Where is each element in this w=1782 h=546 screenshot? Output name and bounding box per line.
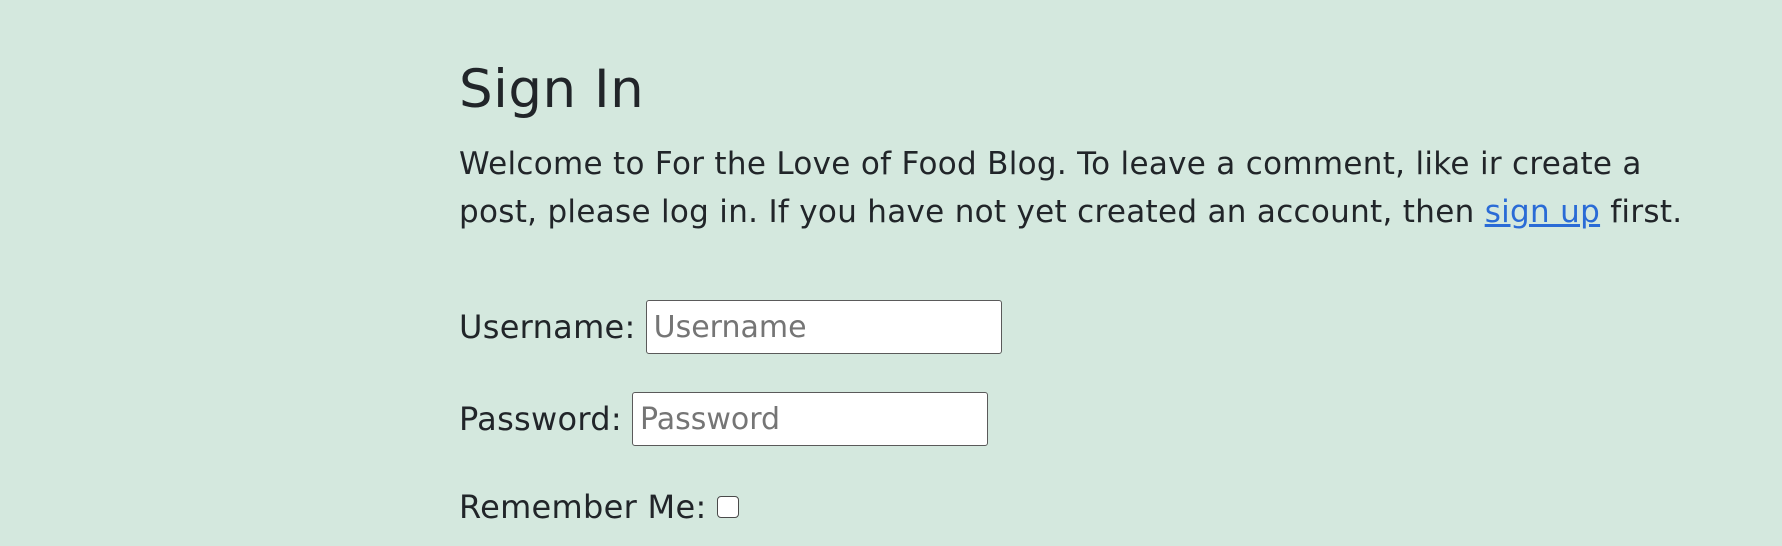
password-input[interactable]: [631, 392, 988, 446]
username-label: Username:: [459, 308, 636, 346]
remember-label: Remember Me:: [459, 488, 707, 526]
page-title: Sign In: [459, 59, 645, 120]
remember-row: Remember Me:: [459, 488, 739, 526]
username-row: Username:: [459, 300, 1002, 354]
intro-text-start: Welcome to For the Love of Food Blog. To…: [459, 146, 1642, 230]
password-label: Password:: [459, 400, 622, 438]
intro-text-end: first.: [1600, 194, 1683, 230]
remember-checkbox[interactable]: [716, 496, 739, 518]
intro-paragraph: Welcome to For the Love of Food Blog. To…: [459, 140, 1689, 236]
signup-link[interactable]: sign up: [1485, 194, 1600, 230]
username-input[interactable]: [645, 300, 1002, 354]
password-row: Password:: [459, 392, 988, 446]
